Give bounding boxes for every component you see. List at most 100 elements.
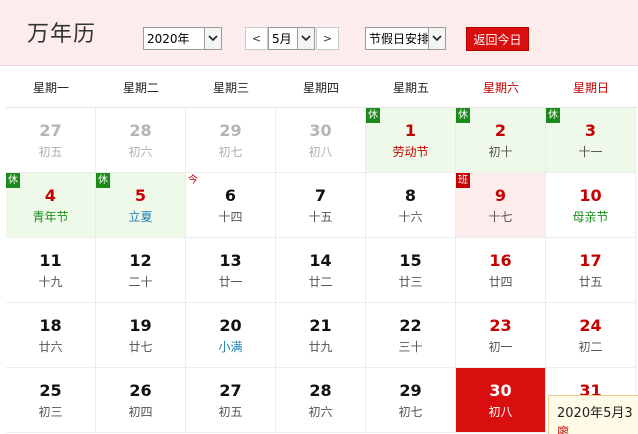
weekday-label: 星期六 [482,80,519,95]
calendar-day-cell[interactable]: 休 3 十一 [546,108,636,173]
calendar-day-cell[interactable]: 休 2 初十 [456,108,546,173]
day-number: 14 [309,251,332,270]
day-number: 5 [134,186,147,205]
lunar-date: 劳动节 [392,145,429,159]
calendar-day-cell[interactable]: 15 廿三 [366,238,456,303]
lunar-date: 十六 [398,210,423,224]
calendar-day-cell[interactable]: 19 廿七 [96,303,186,368]
calendar-day-cell[interactable]: 28 初六 [276,368,366,433]
lunar-date: 初七 [218,145,243,159]
next-month-button[interactable]: > [316,27,339,50]
calendar-day-cell[interactable]: 30 初八 [276,108,366,173]
calendar-day-cell[interactable]: 18 廿六 [6,303,96,368]
calendar-day-cell[interactable]: 14 廿二 [276,238,366,303]
calendar-day-cell[interactable]: 8 十六 [366,173,456,238]
day-number: 13 [219,251,242,270]
day-number: 29 [219,121,242,140]
calendar-day-cell[interactable]: 13 廿一 [186,238,276,303]
day-number: 18 [39,316,62,335]
calendar-day-cell[interactable]: 30 初八 [456,368,546,433]
year-select-value: 2020年 [147,32,190,46]
calendar-day-cell[interactable]: 7 十五 [276,173,366,238]
lunar-date: 初三 [38,405,63,419]
calendar-day-cell[interactable]: 17 廿五 [546,238,636,303]
workday-badge: 班 [456,173,470,188]
calendar-day-cell[interactable]: 24 初二 [546,303,636,368]
chevron-down-icon[interactable] [428,28,445,49]
day-number: 24 [579,316,602,335]
day-number: 4 [44,186,57,205]
calendar-day-cell[interactable]: 29 初七 [366,368,456,433]
calendar-day-cell[interactable]: 班 9 十七 [456,173,546,238]
lunar-date: 青年节 [32,210,69,224]
calendar-day-cell[interactable]: 今 6 十四 [186,173,276,238]
lunar-date: 三十 [398,340,423,354]
calendar-day-cell[interactable]: 休 1 劳动节 [366,108,456,173]
lunar-date: 初二 [578,340,603,354]
calendar-day-cell[interactable]: 29 初七 [186,108,276,173]
day-number: 28 [309,381,332,400]
weekday-header: 星期一 星期二 星期三 星期四 星期五 星期六 星期日 [6,67,638,108]
back-to-today-button[interactable]: 返回今日 [466,27,529,51]
weekday-label: 星期一 [32,80,69,95]
lunar-date: 十五 [308,210,333,224]
calendar-header: 万年历 2020年 < 5月 > 节假日安排 返回今日 [0,0,638,66]
calendar-day-cell[interactable]: 12 二十 [96,238,186,303]
day-number: 29 [399,381,422,400]
lunar-date: 廿四 [488,275,513,289]
page-title: 万年历 [27,22,97,47]
today-marker: 今 [188,174,198,186]
lunar-date: 初五 [38,145,63,159]
lunar-date: 十一 [578,145,603,159]
day-number: 12 [129,251,152,270]
calendar-day-cell[interactable]: 22 三十 [366,303,456,368]
rest-badge: 休 [456,108,470,123]
lunar-date: 初六 [308,405,333,419]
calendar-day-cell[interactable]: 25 初三 [6,368,96,433]
day-number: 6 [224,186,237,205]
calendar-day-cell[interactable]: 27 初五 [6,108,96,173]
lunar-date: 廿九 [308,340,333,354]
calendar-day-cell[interactable]: 11 十九 [6,238,96,303]
lunar-date: 初七 [398,405,423,419]
prev-month-button[interactable]: < [245,27,268,50]
calendar-day-cell[interactable]: 20 小满 [186,303,276,368]
calendar-day-cell[interactable]: 16 廿四 [456,238,546,303]
day-number: 7 [314,186,327,205]
lunar-date: 小满 [218,340,243,354]
day-number: 16 [489,251,512,270]
calendar-day-cell[interactable]: 23 初一 [456,303,546,368]
day-number: 27 [39,121,62,140]
calendar-day-cell[interactable]: 休 5 立夏 [96,173,186,238]
calendar-day-cell[interactable]: 休 4 青年节 [6,173,96,238]
calendar-week-row: 11 十九 12 二十 13 廿一 14 廿二 15 廿三 16 廿四 17 廿五 [6,238,638,303]
lunar-date: 十九 [38,275,63,289]
day-number: 8 [404,186,417,205]
rest-badge: 休 [96,173,110,188]
lunar-date: 廿二 [308,275,333,289]
calendar-day-cell[interactable]: 26 初四 [96,368,186,433]
chevron-down-icon[interactable] [204,28,221,49]
lunar-date: 初五 [218,405,243,419]
calendar-day-cell[interactable]: 21 廿九 [276,303,366,368]
chevron-down-icon[interactable] [297,28,314,49]
lunar-date: 廿七 [128,340,153,354]
calendar-day-cell[interactable]: 28 初六 [96,108,186,173]
day-number: 28 [129,121,152,140]
day-number: 23 [489,316,512,335]
calendar-day-cell[interactable]: 10 母亲节 [546,173,636,238]
month-select[interactable]: 5月 [268,27,315,50]
day-number: 20 [219,316,242,335]
holiday-select-value: 节假日安排 [369,32,428,46]
year-select[interactable]: 2020年 [143,27,222,50]
holiday-select[interactable]: 节假日安排 [365,27,446,50]
lunar-date: 廿五 [578,275,603,289]
calendar-day-cell[interactable]: 27 初五 [186,368,276,433]
calendar-week-row: 休 4 青年节 休 5 立夏 今 6 十四 7 十五 8 十六 班 9 十七 10 母亲节 [6,173,638,238]
weekday-label: 星期二 [122,80,159,95]
lunar-date: 二十 [128,275,153,289]
day-number: 22 [399,316,422,335]
rest-badge: 休 [366,108,380,123]
lunar-date: 初八 [308,145,333,159]
lunar-date: 廿一 [218,275,243,289]
